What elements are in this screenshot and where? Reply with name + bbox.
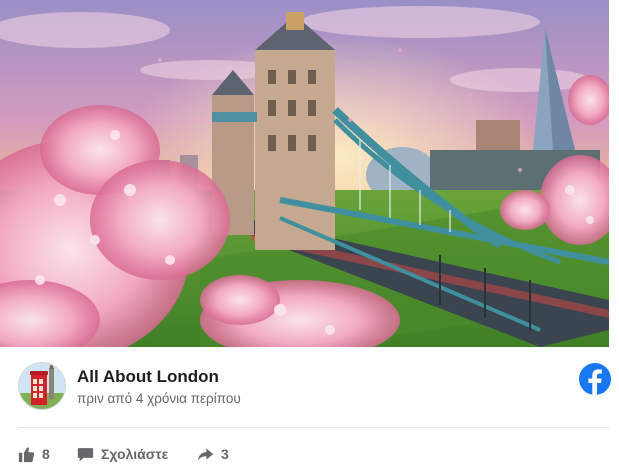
- comment-button[interactable]: Σχολιάστε: [77, 437, 168, 471]
- comment-bubble-icon: [77, 447, 94, 461]
- facebook-icon[interactable]: [579, 363, 611, 395]
- red-phone-box-avatar: [19, 363, 65, 409]
- like-button[interactable]: 8: [18, 437, 50, 471]
- avatar[interactable]: [18, 362, 66, 410]
- tower-bridge-image: [0, 0, 609, 347]
- post-actions: 8 Σχολιάστε 3: [0, 437, 619, 471]
- social-post-card: All About London πριν από 4 χρόνια περίπ…: [0, 0, 619, 475]
- share-arrow-icon: [198, 448, 214, 460]
- share-count: 3: [221, 446, 229, 462]
- thumbs-up-icon: [18, 446, 35, 462]
- post-photo[interactable]: [0, 0, 609, 347]
- divider: [18, 427, 609, 428]
- share-button[interactable]: 3: [197, 437, 229, 471]
- author-name[interactable]: All About London: [77, 367, 219, 387]
- like-count: 8: [42, 446, 50, 462]
- post-timestamp[interactable]: πριν από 4 χρόνια περίπου: [77, 391, 241, 406]
- comment-label: Σχολιάστε: [101, 446, 169, 462]
- post-author-row: All About London πριν από 4 χρόνια περίπ…: [0, 347, 619, 427]
